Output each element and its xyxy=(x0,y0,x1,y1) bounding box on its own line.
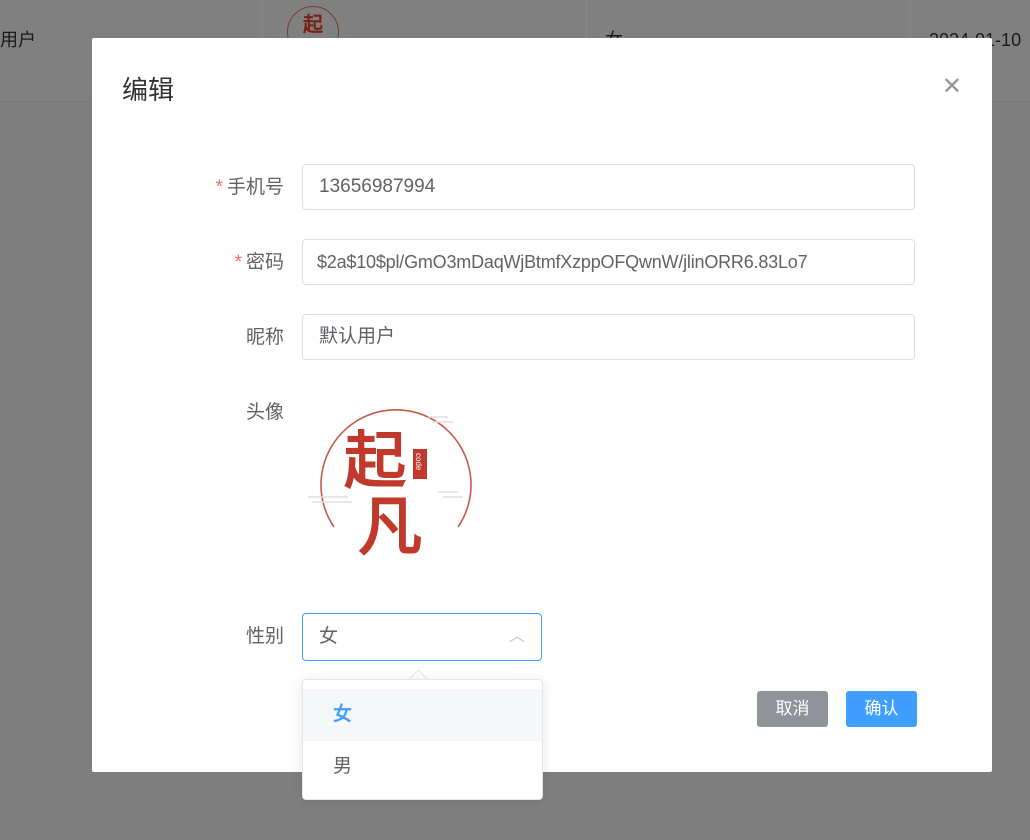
cancel-button[interactable]: 取消 xyxy=(757,691,828,727)
svg-text:凡: 凡 xyxy=(358,490,422,557)
confirm-button[interactable]: 确认 xyxy=(846,691,917,727)
nickname-label: 昵称 xyxy=(245,327,284,348)
avatar-label: 头像 xyxy=(245,402,284,423)
dropdown-option-female[interactable]: 女 xyxy=(303,689,542,741)
gender-select[interactable]: 女 ︿ xyxy=(302,613,542,661)
required-star: * xyxy=(215,177,223,198)
password-label: * 密码 xyxy=(235,239,284,287)
svg-text:起: 起 xyxy=(344,424,407,497)
gender-dropdown: 女 男 xyxy=(302,679,543,800)
dialog-title: 编辑 xyxy=(122,75,175,105)
gender-select-value: 女 xyxy=(319,626,339,647)
edit-dialog: 编辑 ✕ * 手机号 13656987994 * 密码 $2a$10$pl/GmO3… xyxy=(92,38,992,772)
password-label-text: 密码 xyxy=(245,252,284,273)
gender-label: 性别 xyxy=(245,626,284,647)
cell-nickname-text: 用户 xyxy=(0,30,36,50)
svg-text:code: code xyxy=(414,453,423,471)
phone-input[interactable]: 13656987994 xyxy=(302,164,915,210)
avatar-logo[interactable]: 起 凡 code xyxy=(298,397,483,557)
close-icon[interactable]: ✕ xyxy=(942,72,962,101)
phone-label: * 手机号 xyxy=(216,164,284,212)
phone-label-text: 手机号 xyxy=(226,177,284,198)
nickname-input[interactable]: 默认用户 xyxy=(302,314,915,360)
dropdown-option-male[interactable]: 男 xyxy=(303,741,542,793)
required-star: * xyxy=(234,252,242,273)
chevron-up-icon: ︿ xyxy=(508,628,525,645)
password-input[interactable]: $2a$10$pl/GmO3mDaqWjBtmfXzppOFQwnW/jlinO… xyxy=(302,239,915,285)
